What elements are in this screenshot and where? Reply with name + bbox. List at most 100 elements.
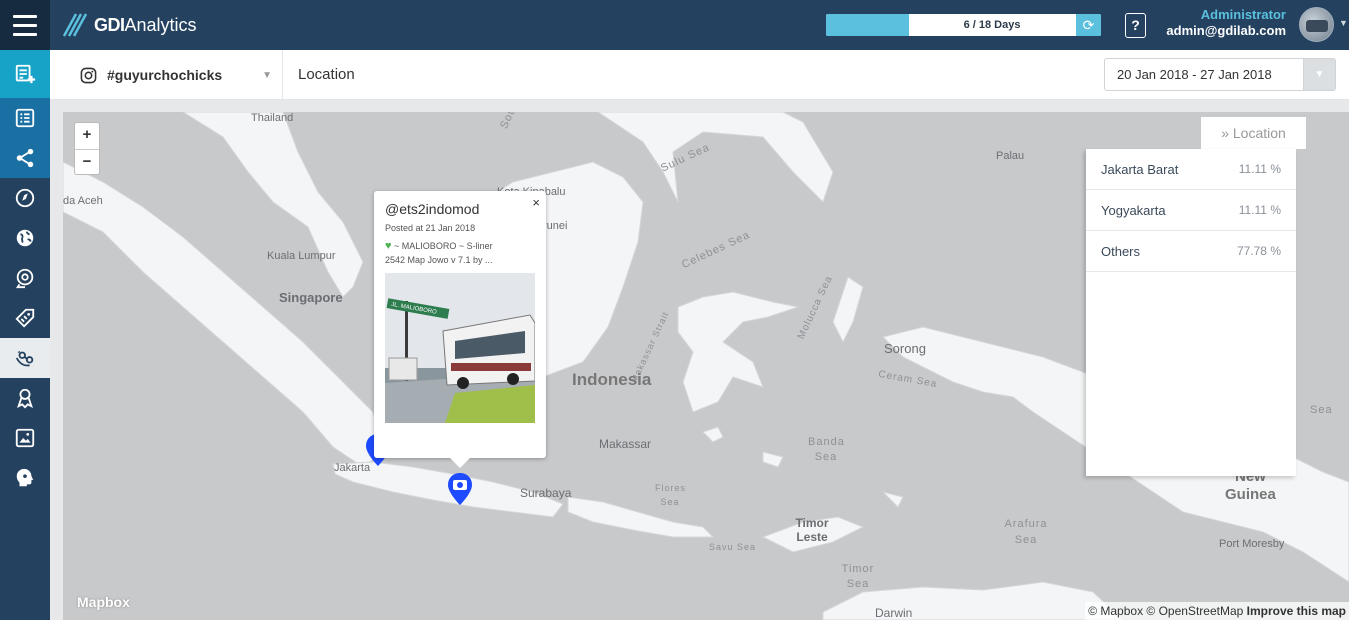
post-date: Posted at 21 Jan 2018 (385, 223, 476, 233)
account-name: #guyurchochicks (107, 67, 223, 83)
image-icon (15, 428, 35, 448)
quota-text: 6 / 18 Days (963, 19, 1021, 31)
toolbar: #guyurchochicks ▼ Location 20 Jan 2018 -… (50, 50, 1349, 100)
map-label: Sorong (884, 341, 926, 356)
post-caption: ♥ ~ MALIOBORO ~ S-liner 2542 Map Jowo v … (385, 239, 535, 267)
map-label: Arafura Sea (1004, 518, 1048, 546)
app-logo[interactable]: GDIAnalytics (62, 10, 197, 40)
sidebar-item-influencer[interactable] (0, 378, 50, 418)
sidebar-item-tags[interactable] (0, 298, 50, 338)
app-title-bold: GDI (94, 14, 125, 35)
location-name: Others (1101, 243, 1141, 259)
post-photo[interactable]: JL. MALIOBORO (385, 273, 535, 423)
sidebar-item-list[interactable] (0, 98, 50, 138)
location-percentage: 11.11 % (1238, 162, 1281, 176)
top-bar: GDIAnalytics 6 / 18 Days ⟳ ? Administrat… (0, 0, 1349, 50)
location-name: Jakarta Barat (1101, 161, 1179, 177)
improve-map-link[interactable]: Improve this map (1247, 604, 1346, 618)
map-label: da Aceh (63, 195, 103, 207)
map[interactable]: Thailand da Aceh Kuala Lumpur Singapore … (63, 112, 1349, 620)
tag-icon (15, 308, 35, 328)
zoom-out-button[interactable]: − (75, 149, 99, 175)
zoom-control: + − (74, 122, 100, 175)
add-report-icon (15, 64, 36, 84)
map-marker-camera-icon[interactable] (448, 473, 472, 505)
location-percentage: 77.78 % (1236, 244, 1281, 258)
location-row[interactable]: Jakarta Barat 11.11 % (1086, 149, 1296, 190)
user-role: Administrator (1200, 7, 1286, 22)
chat-search-icon (15, 268, 34, 289)
sidebar-item-add-report[interactable] (0, 50, 50, 98)
hamburger-line (13, 14, 37, 18)
map-label: Port Moresby (1219, 538, 1285, 550)
map-label: Timor Sea (841, 563, 875, 590)
list-icon (15, 108, 35, 128)
location-icon (15, 350, 34, 367)
sidebar-item-globe[interactable] (0, 218, 50, 258)
date-range-picker[interactable]: 20 Jan 2018 - 27 Jan 2018 ▼ (1104, 58, 1336, 91)
sidebar-item-images[interactable] (0, 418, 50, 458)
location-row[interactable]: Others 77.78 % (1086, 231, 1296, 272)
location-panel-toggle[interactable]: » Location (1201, 117, 1306, 149)
help-button[interactable]: ? (1125, 13, 1146, 38)
instagram-icon (80, 67, 97, 83)
location-percentage: 11.11 % (1238, 203, 1281, 217)
head-icon (16, 468, 34, 487)
post-author[interactable]: @ets2indomod (385, 201, 535, 217)
chevron-down-icon[interactable]: ▼ (1303, 59, 1335, 90)
close-icon[interactable]: × (532, 195, 540, 210)
post-popup: × @ets2indomod Posted at 21 Jan 2018 ♥ ~… (374, 191, 546, 468)
hamburger-line (13, 23, 37, 27)
sidebar (0, 50, 50, 620)
compass-icon (15, 188, 35, 208)
map-label: Singapore (279, 290, 343, 305)
post-caption-line2: 2542 Map Jowo v 7.1 by ... (385, 255, 493, 265)
refresh-icon: ⟳ (1082, 17, 1095, 33)
quota-progress-fill (826, 14, 909, 36)
menu-toggle-button[interactable] (0, 0, 50, 50)
map-attribution: © Mapbox © OpenStreetMap Improve this ma… (1085, 602, 1349, 620)
map-label: Makassar (599, 437, 652, 451)
sidebar-item-location[interactable] (0, 338, 50, 378)
avatar[interactable] (1299, 7, 1334, 42)
share-icon (16, 148, 34, 168)
map-label: Sea (1310, 404, 1333, 416)
hamburger-line (13, 32, 37, 36)
sidebar-item-insight[interactable] (0, 458, 50, 498)
double-chevron-down-icon: » (1221, 125, 1229, 141)
map-label: Thailand (251, 112, 294, 124)
location-panel: Jakarta Barat 11.11 % Yogyakarta 11.11 %… (1086, 149, 1296, 476)
chevron-down-icon: ▼ (262, 70, 272, 81)
location-name: Yogyakarta (1101, 202, 1166, 218)
quota-progress: 6 / 18 Days ⟳ (826, 14, 1101, 36)
location-row[interactable]: Yogyakarta 11.11 % (1086, 190, 1296, 231)
date-range-value: 20 Jan 2018 - 27 Jan 2018 (1117, 67, 1272, 82)
app-title-rest: Analytics (124, 14, 197, 35)
user-info[interactable]: Administrator admin@gdilab.com (1166, 7, 1286, 39)
sidebar-item-share[interactable] (0, 138, 50, 178)
map-label: Surabaya (520, 486, 572, 500)
logo-mark-icon (62, 13, 88, 37)
heart-icon: ♥ (385, 240, 392, 252)
location-panel-title: Location (1232, 125, 1286, 141)
user-email: admin@gdilab.com (1166, 23, 1286, 38)
sidebar-item-conversation[interactable] (0, 258, 50, 298)
globe-icon (16, 229, 34, 247)
sidebar-item-compass[interactable] (0, 178, 50, 218)
map-label: Savu Sea (709, 542, 757, 552)
map-label: runei (543, 220, 568, 232)
map-label: Darwin (875, 606, 913, 620)
map-label: Kuala Lumpur (267, 250, 336, 262)
attribution-text[interactable]: © Mapbox © OpenStreetMap (1088, 604, 1243, 618)
mapbox-logo[interactable]: Mapbox (77, 594, 130, 610)
refresh-button[interactable]: ⟳ (1076, 14, 1101, 36)
zoom-in-button[interactable]: + (75, 123, 99, 149)
map-label: Palau (996, 150, 1025, 162)
page-title: Location (298, 66, 355, 83)
chevron-down-icon[interactable]: ▼ (1339, 18, 1348, 28)
map-label: Timor Leste (795, 516, 829, 544)
account-selector[interactable]: #guyurchochicks ▼ (50, 50, 283, 100)
post-photo-image: JL. MALIOBORO (385, 273, 535, 423)
map-label: Indonesia (572, 370, 652, 389)
post-caption-line1: ~ MALIOBORO ~ S-liner (394, 241, 493, 251)
